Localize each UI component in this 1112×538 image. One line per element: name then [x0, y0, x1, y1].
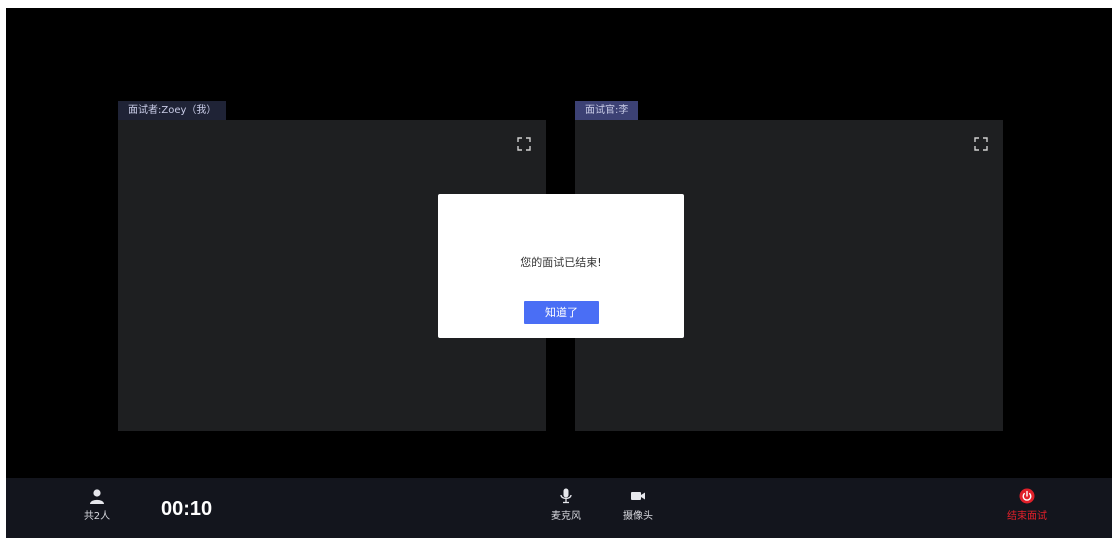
interview-ended-dialog: 您的面试已结束! 知道了	[438, 194, 684, 338]
microphone-button[interactable]: 麦克风	[548, 488, 584, 522]
end-interview-label: 结束面试	[1007, 511, 1047, 522]
mic-icon	[560, 488, 572, 504]
end-interview-button[interactable]: 结束面试	[1002, 488, 1052, 522]
video-stage: 面试者:Zoey（我） 面试官:李 您的面试已结束! 知道了 共2人 00:10…	[6, 8, 1112, 538]
participants-count: 共2人	[83, 511, 111, 522]
camera-button[interactable]: 摄像头	[620, 488, 656, 522]
fullscreen-icon[interactable]	[974, 136, 988, 151]
interviewer-name-tag: 面试官:李	[575, 101, 639, 120]
camera-label: 摄像头	[623, 511, 653, 522]
participants-button[interactable]: 共2人	[82, 488, 112, 522]
user-icon	[90, 489, 104, 504]
dialog-message: 您的面试已结束!	[520, 256, 602, 269]
bottom-toolbar: 共2人 00:10 麦克风 摄像头 结束面试	[6, 478, 1112, 538]
camera-icon	[631, 492, 645, 500]
call-timer: 00:10	[161, 498, 213, 520]
microphone-label: 麦克风	[551, 511, 581, 522]
acknowledge-button[interactable]: 知道了	[524, 301, 599, 324]
candidate-name-tag: 面试者:Zoey（我）	[118, 101, 227, 120]
power-icon	[1019, 488, 1035, 504]
fullscreen-icon[interactable]	[517, 136, 531, 151]
